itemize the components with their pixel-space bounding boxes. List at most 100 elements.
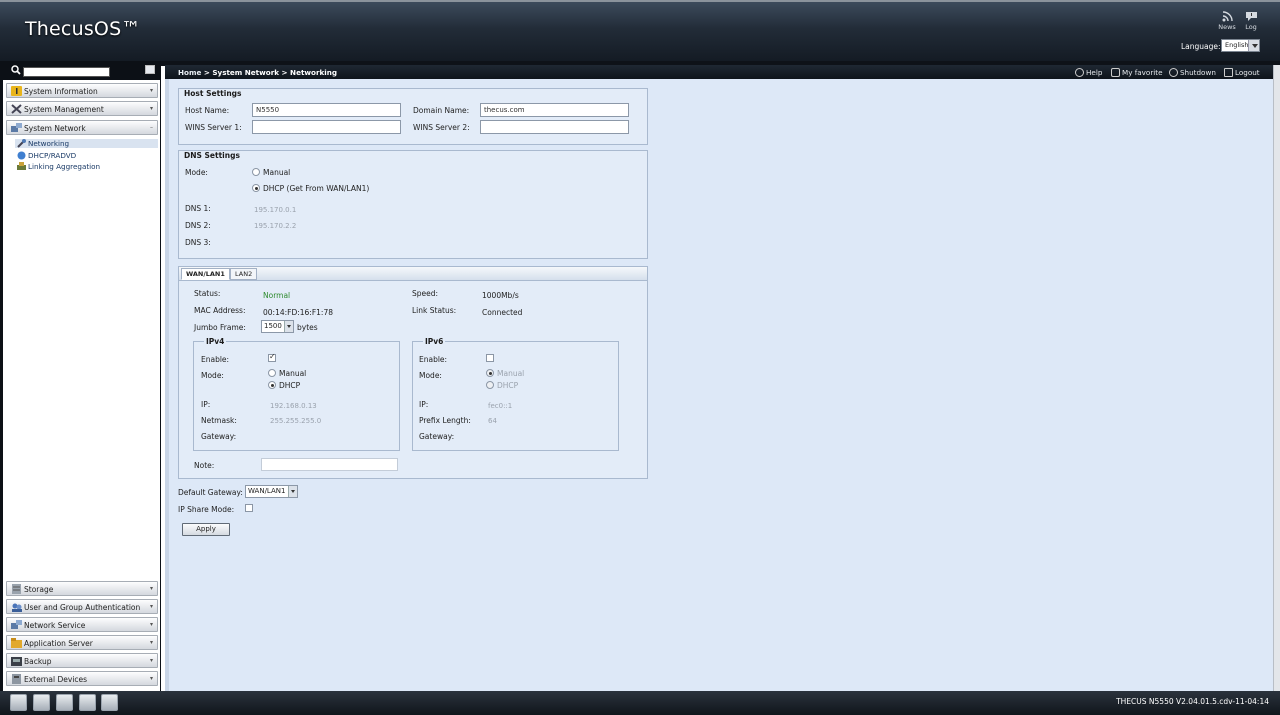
sidebar-item-dhcp-radvd[interactable]: DHCP/RADVD xyxy=(17,151,76,160)
menu-label: Application Server xyxy=(24,639,93,648)
help-icon xyxy=(1075,68,1084,77)
jumbo-frame-select[interactable]: 1500 xyxy=(261,320,294,333)
dns-mode-manual-radio[interactable] xyxy=(252,168,260,176)
ipv4-ip-value: 192.168.0.13 xyxy=(270,402,317,410)
news-label: News xyxy=(1218,23,1236,31)
speech-bubble-icon xyxy=(1245,12,1257,21)
chevron-down-icon: ▾ xyxy=(149,87,153,94)
ipv4-gateway-label: Gateway: xyxy=(201,432,237,441)
top-header: ThecusOS™ News Log Language: English xyxy=(0,0,1280,61)
ipv6-prefix-length-label: Prefix Length: xyxy=(419,416,471,425)
tab-lan2[interactable]: LAN2 xyxy=(230,268,258,280)
sidebar-panel: System Information ▾ System Management ▾… xyxy=(3,61,160,691)
chevron-down-icon: ▾ xyxy=(149,603,153,610)
breadcrumb-bar: Home > System Network > Networking Help … xyxy=(165,65,1273,79)
dns1-value: 195.170.0.1 xyxy=(254,206,297,214)
status-value: Normal xyxy=(263,291,291,300)
shutdown-button[interactable]: Shutdown xyxy=(1169,67,1216,78)
dns-settings-legend: DNS Settings xyxy=(184,151,240,160)
ipv4-mode-manual-label: Manual xyxy=(279,369,307,378)
menu-user-group-auth[interactable]: User and Group Authentication ▾ xyxy=(6,599,158,614)
status-label: Status: xyxy=(194,289,221,298)
domain-name-input[interactable]: thecus.com xyxy=(480,103,629,117)
ipv4-mode-dhcp-radio[interactable] xyxy=(268,381,276,389)
menu-system-management[interactable]: System Management ▾ xyxy=(6,101,158,116)
note-input[interactable] xyxy=(261,458,398,471)
network-icon xyxy=(11,123,22,132)
chevron-down-icon: ▾ xyxy=(149,105,153,112)
breadcrumb-home-link[interactable]: Home xyxy=(178,68,201,77)
chevron-down-icon: ▾ xyxy=(149,621,153,628)
ipv6-enable-checkbox[interactable] xyxy=(486,354,494,362)
language-select[interactable]: English xyxy=(1221,39,1260,52)
link-aggregation-icon xyxy=(17,162,26,170)
default-gateway-select[interactable]: WAN/LAN1 xyxy=(245,485,298,498)
logout-button[interactable]: Logout xyxy=(1224,67,1260,78)
chevron-down-icon: ▾ xyxy=(149,657,153,664)
sidebar-search-bar xyxy=(3,61,160,80)
search-icon xyxy=(11,65,21,75)
ipv6-prefix-length-value: 64 xyxy=(488,417,497,425)
default-gateway-label: Default Gateway: xyxy=(178,488,243,497)
menu-label: External Devices xyxy=(24,675,88,684)
apply-button[interactable]: Apply xyxy=(182,523,230,536)
dns1-label: DNS 1: xyxy=(185,204,211,213)
domain-name-label: Domain Name: xyxy=(413,106,470,115)
ipv4-mode-dhcp-label: DHCP xyxy=(279,381,301,390)
sidebar-item-networking[interactable]: Networking xyxy=(15,139,158,148)
fan-icon[interactable] xyxy=(56,694,73,711)
info-icon[interactable] xyxy=(79,694,96,711)
menu-storage[interactable]: Storage ▾ xyxy=(6,581,158,596)
ipv6-mode-dhcp-radio[interactable] xyxy=(486,381,494,389)
disk-icon[interactable] xyxy=(10,694,27,711)
ip-share-mode-checkbox[interactable] xyxy=(245,504,253,512)
speed-value: 1000Mb/s xyxy=(482,291,519,300)
wins-server-1-input[interactable] xyxy=(252,120,401,134)
menu-external-devices[interactable]: External Devices ▾ xyxy=(6,671,158,686)
ipv6-mode-label: Mode: xyxy=(419,371,442,380)
my-favorite-button[interactable]: My favorite xyxy=(1111,67,1163,78)
dns-mode-dhcp-radio[interactable] xyxy=(252,184,260,192)
my-favorite-label: My favorite xyxy=(1122,68,1163,77)
host-name-input[interactable]: N5550 xyxy=(252,103,401,117)
menu-system-information[interactable]: System Information ▾ xyxy=(6,83,158,98)
home-icon[interactable] xyxy=(33,694,50,711)
jumbo-frame-unit: bytes xyxy=(297,323,318,332)
log-label: Log xyxy=(1245,23,1257,31)
firmware-version: THECUS N5550 V2.04.01.5.cdv-11-04:14 xyxy=(1116,697,1269,706)
network-topology-icon[interactable] xyxy=(101,694,118,711)
menu-label: System Network xyxy=(24,124,86,133)
sidebar-item-label: Networking xyxy=(28,139,70,148)
dns-mode-label: Mode: xyxy=(185,168,208,177)
menu-application-server[interactable]: Application Server ▾ xyxy=(6,635,158,650)
ipv4-ip-label: IP: xyxy=(201,400,211,409)
jumbo-frame-label: Jumbo Frame: xyxy=(194,323,246,332)
menu-system-network[interactable]: System Network – xyxy=(6,120,158,135)
news-button[interactable]: News xyxy=(1216,11,1238,31)
language-label: Language: xyxy=(1181,42,1221,51)
chevron-down-icon: ▾ xyxy=(149,639,153,646)
help-button[interactable]: Help xyxy=(1075,67,1102,78)
rss-icon xyxy=(1222,11,1233,22)
ipv4-mode-manual-radio[interactable] xyxy=(268,369,276,377)
ipv4-mode-label: Mode: xyxy=(201,371,224,380)
menu-search-input[interactable] xyxy=(23,67,110,77)
dhcp-icon xyxy=(17,151,26,160)
chevron-down-icon xyxy=(284,321,293,332)
clear-search-icon[interactable] xyxy=(145,65,155,74)
menu-backup[interactable]: Backup ▾ xyxy=(6,653,158,668)
wins-server-2-input[interactable] xyxy=(480,120,629,134)
ipv6-enable-label: Enable: xyxy=(419,355,448,364)
ipv6-mode-dhcp-label: DHCP xyxy=(497,381,519,390)
ipv4-enable-checkbox[interactable] xyxy=(268,352,276,362)
sidebar-item-linking-aggregation[interactable]: Linking Aggregation xyxy=(17,162,100,171)
ipv6-mode-manual-radio[interactable] xyxy=(486,369,494,377)
menu-label: Storage xyxy=(24,585,54,594)
tab-wan-lan1[interactable]: WAN/LAN1 xyxy=(181,268,230,280)
heart-icon xyxy=(1111,68,1120,77)
collapse-icon: – xyxy=(150,124,153,131)
menu-network-service[interactable]: Network Service ▾ xyxy=(6,617,158,632)
page-scrollbar[interactable] xyxy=(1273,65,1280,691)
log-button[interactable]: Log xyxy=(1240,11,1262,31)
note-label: Note: xyxy=(194,461,215,470)
